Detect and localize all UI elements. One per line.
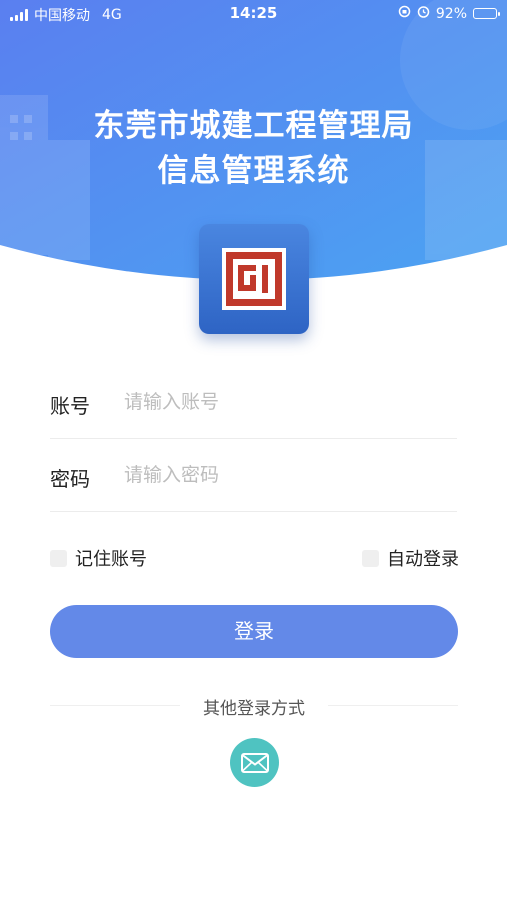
remember-account-option[interactable]: 记住账号: [50, 545, 147, 571]
battery-percent: 92%: [435, 5, 467, 22]
lock-rotation-icon: [398, 5, 411, 22]
divider-line-right: [328, 705, 458, 706]
app-subtitle: 信息管理系统: [157, 153, 350, 189]
mail-icon: [240, 752, 269, 773]
auto-login-option[interactable]: 自动登录: [362, 545, 459, 571]
auto-login-label: 自动登录: [387, 549, 459, 570]
remember-account-checkbox[interactable]: [50, 549, 67, 567]
auto-login-checkbox[interactable]: [362, 549, 379, 567]
account-input[interactable]: [124, 386, 444, 418]
status-bar: 中国移动 4G 14:25 92%: [0, 0, 507, 28]
app-logo: [199, 224, 309, 334]
password-label: 密码: [50, 467, 90, 491]
other-login-label: 其他登录方式: [203, 699, 305, 719]
alarm-icon: [417, 5, 430, 22]
mail-login-button[interactable]: [230, 738, 279, 787]
account-row: 账号: [50, 368, 457, 439]
remember-account-label: 记住账号: [75, 549, 147, 570]
account-label: 账号: [50, 394, 90, 418]
password-input[interactable]: [124, 459, 444, 491]
app-title: 东莞市城建工程管理局: [93, 108, 414, 144]
logo-emblem-icon: [222, 248, 286, 310]
battery-icon: [473, 8, 500, 19]
password-row: 密码: [50, 441, 457, 512]
other-login-divider: 其他登录方式: [50, 694, 458, 719]
login-button[interactable]: 登录: [50, 605, 458, 658]
